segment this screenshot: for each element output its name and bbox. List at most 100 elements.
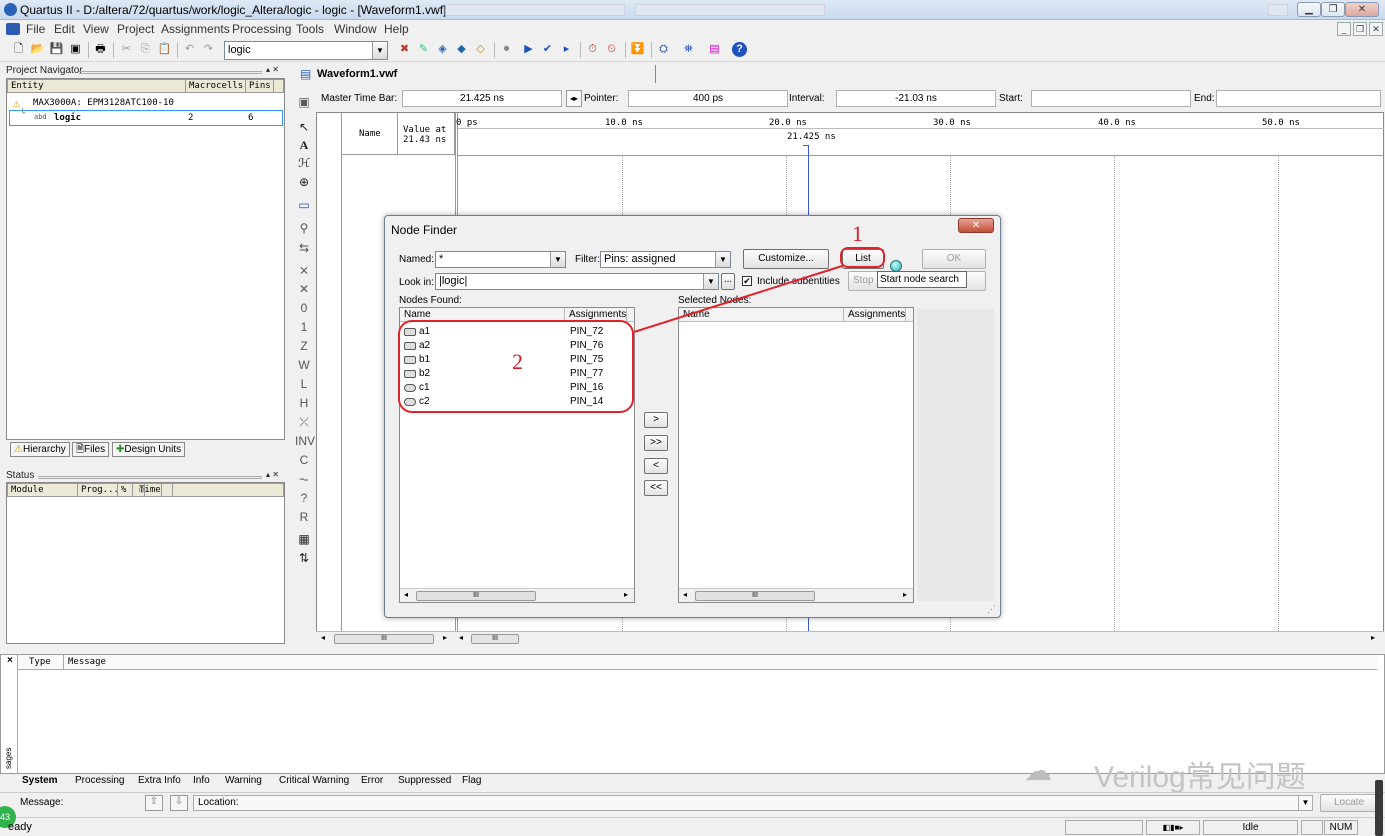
scroll-right-icon[interactable]: ▸ [443,633,447,642]
clock-value-icon[interactable]: ⏦ [295,471,313,488]
forcing-high-icon[interactable]: 1 [295,319,313,336]
weak-low-icon[interactable]: L [295,376,313,393]
compiler-tool-icon[interactable]: ✖ [396,41,413,58]
tab-warning[interactable]: Warning [225,775,262,786]
copy-icon[interactable]: ⎘ [137,41,154,58]
resize-grip-icon[interactable]: ⋰ [987,604,996,615]
display-icon[interactable]: ▣ [295,94,313,111]
random-value-icon[interactable]: R [295,509,313,526]
waveform-editing-tool-icon[interactable]: ℋ [295,155,313,172]
col-macrocells[interactable]: Macrocells [186,80,246,92]
locate-button[interactable]: Locate [1320,794,1378,812]
selected-nodes-list[interactable]: Name Assignments ◂ III ▸ [678,307,914,603]
col-entity[interactable]: Entity [8,80,186,92]
scroll-left-icon[interactable]: ◂ [683,589,687,601]
scroll-left-icon[interactable]: ◂ [404,589,408,601]
master-time-bar-field[interactable]: 21.425 ns [402,90,562,107]
mdi-minimize-button[interactable]: _ [1337,22,1351,36]
find-icon[interactable]: ⚲ [295,220,313,237]
next-message-icon[interactable]: ⇩ [170,795,188,811]
stop-processing-icon[interactable]: ⏺ [498,41,515,58]
zoom-tool-icon[interactable]: ⊕ [295,174,313,191]
high-impedance-icon[interactable]: Z [295,338,313,355]
cut-icon[interactable]: ✂ [118,41,135,58]
dont-care-icon[interactable]: ⤫ [295,414,313,431]
scroll-right-icon[interactable]: ▸ [903,589,907,601]
undo-icon[interactable]: ↶ [181,41,198,58]
named-combo[interactable]: * ▼ [435,251,566,268]
tab-system[interactable]: System [22,775,58,786]
col-time[interactable]: Time ◷ [133,484,173,496]
name-scroll-thumb[interactable]: III [334,634,434,644]
tab-info[interactable]: Info [193,775,210,786]
maximize-button[interactable]: ❐ [1321,2,1345,17]
arbitrary-value-icon[interactable]: ? [295,490,313,507]
dock-arrow-icon[interactable]: ▴ ✕ [266,65,279,74]
col-module[interactable]: Module [8,484,78,496]
project-hierarchy-combo[interactable]: logic ▼ [224,41,388,60]
side-dock-handle[interactable] [1375,780,1383,836]
new-file-icon[interactable]: 🗋 [10,41,27,58]
text-tool-icon[interactable]: A [295,137,313,154]
weak-unknown-icon[interactable]: W [295,357,313,374]
mdi-restore-button[interactable]: ❐ [1353,22,1367,36]
save-icon[interactable]: 💾 [48,41,65,58]
menu-help[interactable]: Help [384,22,409,36]
rtl-viewer-icon[interactable]: ⛯ [680,41,697,58]
col-progress[interactable]: Prog... [78,484,119,496]
programmer-icon[interactable]: ▤ [706,41,723,58]
replace-icon[interactable]: ⇆ [295,240,313,257]
scroll-left-icon[interactable]: ◂ [459,633,463,642]
menu-tools[interactable]: Tools [296,22,324,36]
chevron-down-icon[interactable]: ▼ [372,42,387,59]
menu-processing[interactable]: Processing [232,22,291,36]
timing-analyzer-icon[interactable]: ▸ [558,41,575,58]
tab-suppressed[interactable]: Suppressed [398,775,451,786]
forcing-low-icon[interactable]: 0 [295,300,313,317]
device-row[interactable]: ⚠ MAX3000A: EPM3128ATC100-10 [11,96,281,110]
menu-project[interactable]: Project [117,22,154,36]
assignment-editor-icon[interactable]: ◆ [453,41,470,58]
scroll-right-icon[interactable]: ▸ [1371,633,1375,642]
selection-tool-icon[interactable]: ↖ [295,119,313,136]
messages-close-icon[interactable]: × [7,655,13,666]
previous-message-icon[interactable]: ⇧ [145,795,163,811]
scroll-thumb[interactable]: III [695,591,815,601]
start-compilation-icon[interactable]: ▶ [520,41,537,58]
forcing-unknown-icon[interactable]: ✕ [295,281,313,298]
waveform-doc-tab[interactable]: ▤ Waveform1.vwf [297,65,657,83]
tab-files[interactable]: 🗎Files [72,442,110,457]
dialog-close-button[interactable]: ✕ [958,218,994,233]
sort-icon[interactable]: ⇅ [295,550,313,567]
help-icon[interactable]: ? [732,42,747,57]
menu-edit[interactable]: Edit [54,22,75,36]
col-pins[interactable]: Pins [246,80,274,92]
mdi-close-button[interactable]: ✕ [1369,22,1383,36]
pen-edit-icon[interactable]: ✎ [415,41,432,58]
analysis-synthesis-icon[interactable]: ✔ [539,41,556,58]
scroll-left-icon[interactable]: ◂ [321,633,325,642]
tab-design-units[interactable]: ✚Design Units [112,442,186,457]
paste-icon[interactable]: 📋 [156,41,173,58]
tab-error[interactable]: Error [361,775,383,786]
simulation-report-icon[interactable]: ⏲ [603,41,620,58]
entity-row-logic[interactable]: └ abd logic 2 6 [9,109,283,126]
chevron-down-icon[interactable]: ▼ [550,252,565,267]
selected-nodes-scrollbar[interactable]: ◂ III ▸ [679,588,913,602]
scroll-right-icon[interactable]: ▸ [624,589,628,601]
add-all-button[interactable]: >> [644,435,668,451]
uninitialized-icon[interactable]: ⨯ [295,262,313,279]
col-assignments[interactable]: Assignments [844,308,906,321]
print-icon[interactable]: 🖶 [92,41,109,58]
add-selected-button[interactable]: > [644,412,668,428]
ok-button[interactable]: OK [922,249,986,269]
tab-processing[interactable]: Processing [75,775,124,786]
settings-chip-icon[interactable]: ◈ [434,41,451,58]
location-combo[interactable]: Location: ▼ [193,795,1313,811]
start-simulation-icon[interactable]: ⏱ [584,41,601,58]
snap-to-grid-icon[interactable]: ▦ [295,531,313,548]
redo-icon[interactable]: ↷ [200,41,217,58]
weak-high-icon[interactable]: H [295,395,313,412]
wave-scroll-thumb[interactable]: III [471,634,519,644]
invert-icon[interactable]: INV [295,433,315,450]
